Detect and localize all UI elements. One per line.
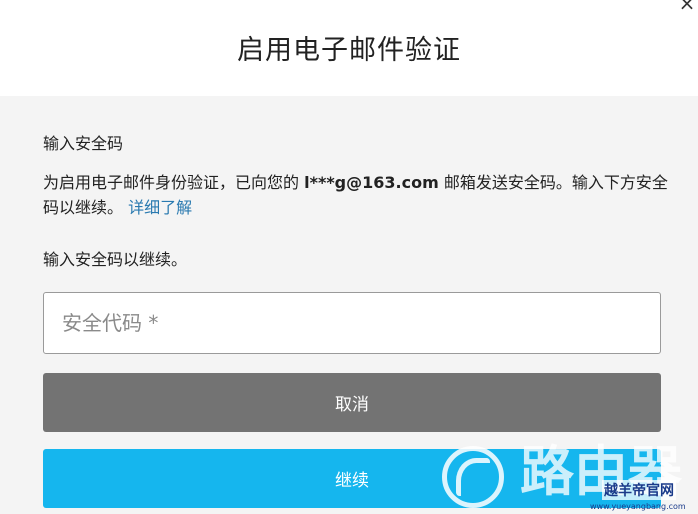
learn-more-link[interactable]: 详细了解 xyxy=(128,198,192,217)
masked-email: l***g@163.com xyxy=(304,173,439,192)
dialog-header: × 启用电子邮件验证 xyxy=(0,0,698,96)
security-code-field[interactable] xyxy=(43,292,661,354)
security-code-input[interactable] xyxy=(44,293,660,353)
close-icon[interactable]: × xyxy=(678,0,696,13)
section-label: 输入安全码 xyxy=(43,134,124,153)
dialog-body: 输入安全码 为启用电子邮件身份验证，已向您的 l***g@163.com 邮箱发… xyxy=(0,96,698,514)
continue-button[interactable]: 继续 xyxy=(43,449,661,508)
description-text: 为启用电子邮件身份验证，已向您的 l***g@163.com 邮箱发送安全码。输… xyxy=(43,170,673,220)
description-prefix: 为启用电子邮件身份验证，已向您的 xyxy=(43,173,305,192)
dialog-title: 启用电子邮件验证 xyxy=(237,35,461,66)
cancel-button[interactable]: 取消 xyxy=(43,373,661,432)
instruction-text: 输入安全码以继续。 xyxy=(43,250,188,269)
